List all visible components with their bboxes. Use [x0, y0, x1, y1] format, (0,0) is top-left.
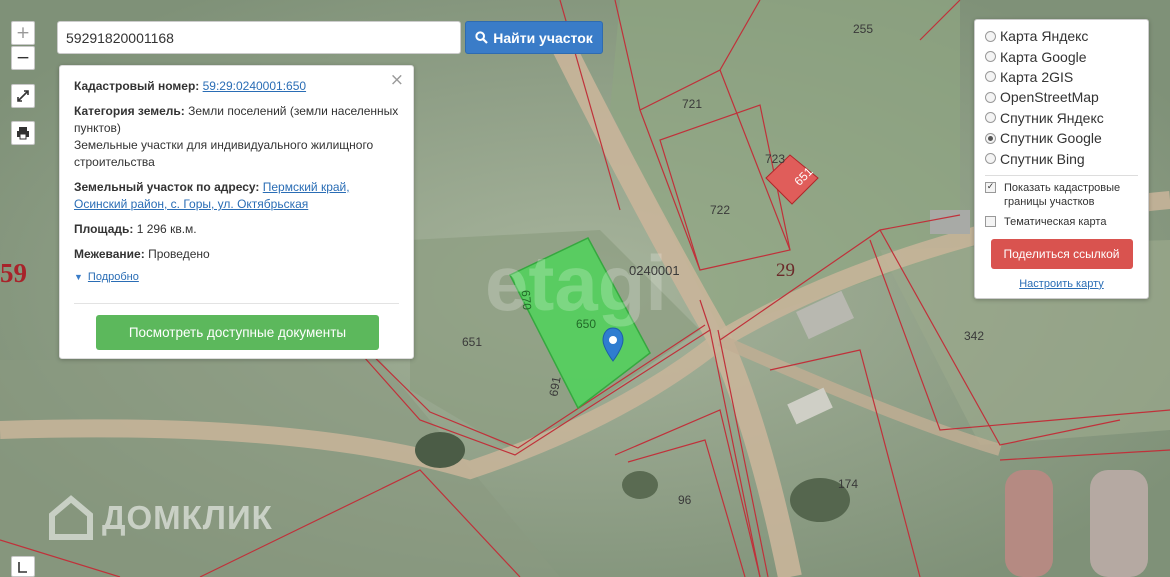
- cadastral-search-input[interactable]: [57, 21, 461, 54]
- thematic-map-label: Тематическая карта: [1004, 215, 1107, 228]
- survey-label: Межевание:: [74, 247, 145, 261]
- area-row: Площадь: 1 296 кв.м.: [74, 221, 399, 238]
- cadastral-borders-label: Показать кадастровые границы участков: [1004, 181, 1121, 208]
- area-label: Площадь:: [74, 222, 134, 236]
- tree-cluster: [622, 471, 658, 499]
- cadastral-borders-option[interactable]: ✓ Показать кадастровые границы участков: [985, 181, 1138, 209]
- district-label: 29: [776, 260, 795, 281]
- search-icon: [475, 31, 488, 44]
- find-parcel-button[interactable]: Найти участок: [465, 21, 603, 54]
- tree-cluster: [415, 432, 465, 468]
- cadastral-number-label: Кадастровый номер:: [74, 79, 200, 93]
- triangle-down-icon: ▼: [74, 272, 83, 282]
- parcel-label-342: 342: [964, 329, 984, 343]
- basemap-option-label: OpenStreetMap: [1000, 89, 1099, 106]
- land-category-row: Категория земель: Земли поселений (земли…: [74, 103, 399, 171]
- panel-divider: [74, 303, 399, 304]
- thematic-map-checkbox[interactable]: [985, 215, 996, 227]
- zoom-in-button[interactable]: +: [11, 21, 35, 45]
- basemap-radio[interactable]: [985, 30, 996, 42]
- basemap-option-label: Спутник Яндекс: [1000, 109, 1104, 126]
- basemap-radio[interactable]: [985, 132, 996, 144]
- expand-icon: [17, 90, 29, 102]
- basemap-options: Карта Яндекс Карта Google Карта 2GIS OpenSt…: [985, 26, 1138, 169]
- details-toggle[interactable]: ▼ Подробно: [74, 271, 399, 283]
- parcel-label-651: 651: [462, 335, 482, 349]
- basemap-option-label: Спутник Bing: [1000, 150, 1085, 167]
- parcel-label-650: 650: [576, 317, 596, 331]
- parcel-label-255: 255: [853, 22, 873, 36]
- basemap-option[interactable]: Карта 2GIS: [985, 67, 1138, 87]
- print-button[interactable]: [11, 121, 35, 145]
- address-row: Земельный участок по адресу: Пермский кр…: [74, 179, 399, 213]
- basemap-option-label: Карта Яндекс: [1000, 28, 1089, 45]
- layers-divider: [985, 174, 1138, 176]
- basemap-option-label: Карта Google: [1000, 48, 1087, 65]
- cadastral-number-link[interactable]: 59:29:0240001:650: [203, 79, 306, 93]
- thematic-map-option[interactable]: Тематическая карта: [985, 215, 1138, 229]
- basemap-radio[interactable]: [985, 71, 996, 83]
- building: [1005, 470, 1053, 577]
- domclick-watermark: ДОМКЛИК: [48, 495, 273, 541]
- survey-value: Проведено: [148, 247, 210, 261]
- land-category-label: Категория земель:: [74, 104, 185, 118]
- basemap-radio[interactable]: [985, 91, 996, 103]
- cadastral-number-row: Кадастровый номер: 59:29:0240001:650: [74, 78, 399, 95]
- layers-toggle-button[interactable]: [11, 556, 35, 577]
- printer-icon: [17, 127, 29, 140]
- basemap-option[interactable]: Спутник Bing: [985, 148, 1138, 168]
- region-label: 59: [0, 258, 27, 288]
- building: [1090, 470, 1148, 577]
- building: [930, 210, 970, 234]
- basemap-option[interactable]: OpenStreetMap: [985, 87, 1138, 107]
- configure-map-link[interactable]: Настроить карту: [985, 278, 1138, 290]
- etagi-watermark: etagi: [485, 239, 667, 327]
- share-link-button[interactable]: Поделиться ссылкой: [990, 238, 1133, 269]
- basemap-option[interactable]: Карта Яндекс: [985, 26, 1138, 46]
- basemap-radio[interactable]: [985, 51, 996, 63]
- parcel-info-panel: × Кадастровый номер: 59:29:0240001:650 К…: [59, 65, 414, 359]
- zoom-out-button[interactable]: −: [11, 46, 35, 70]
- find-parcel-label: Найти участок: [493, 29, 593, 46]
- view-documents-button[interactable]: Посмотреть доступные документы: [96, 315, 379, 350]
- parcel-label-723: 723: [765, 152, 785, 166]
- parcel-label-721: 721: [682, 97, 702, 111]
- cadastral-borders-checkbox[interactable]: ✓: [985, 181, 996, 193]
- address-label: Земельный участок по адресу:: [74, 180, 260, 194]
- parcel-label-722: 722: [710, 203, 730, 217]
- basemap-option[interactable]: Спутник Google: [985, 128, 1138, 148]
- panel-icon: [18, 561, 27, 573]
- area-value: 1 296 кв.м.: [136, 222, 197, 236]
- basemap-option[interactable]: Карта Google: [985, 46, 1138, 66]
- basemap-option-label: Спутник Google: [1000, 130, 1102, 147]
- parcel-label-670: 670: [519, 289, 535, 310]
- parcel-label-96: 96: [678, 493, 692, 507]
- land-usage-value: Земельные участки для индивидуального жи…: [74, 138, 374, 169]
- basemap-radio[interactable]: [985, 153, 996, 165]
- basemap-option-label: Карта 2GIS: [1000, 68, 1074, 85]
- details-link[interactable]: Подробно: [88, 271, 139, 283]
- map-layers-panel: Карта Яндекс Карта Google Карта 2GIS OpenSt…: [974, 19, 1149, 299]
- survey-row: Межевание: Проведено: [74, 246, 399, 263]
- parcel-label-174: 174: [838, 477, 858, 491]
- quarter-label: 0240001: [629, 263, 680, 278]
- domclick-watermark-text: ДОМКЛИК: [102, 499, 273, 536]
- basemap-radio[interactable]: [985, 112, 996, 124]
- basemap-option[interactable]: Спутник Яндекс: [985, 108, 1138, 128]
- house-logo-icon: [49, 495, 93, 540]
- fullscreen-button[interactable]: [11, 84, 35, 108]
- close-icon[interactable]: ×: [390, 72, 404, 89]
